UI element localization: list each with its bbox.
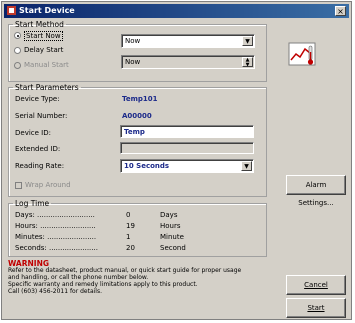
warning-line: Refer to the datasheet, product manual, …	[8, 267, 242, 274]
log-seconds-label: Seconds: ......................	[15, 244, 98, 252]
start-device-dialog: Start Device × Start Method Start Now De…	[1, 1, 352, 320]
start-parameters-legend: Start Parameters	[15, 83, 79, 92]
serial-number-value: A00000	[122, 112, 152, 120]
device-id-input[interactable]: Temp	[120, 125, 254, 138]
manual-start-radio	[14, 62, 21, 69]
cancel-button[interactable]: Cancel	[286, 275, 346, 295]
log-seconds-unit: Second	[160, 244, 186, 252]
warning-line: and handling, or call the phone number b…	[8, 274, 149, 281]
manual-start-label: Manual Start	[24, 61, 69, 69]
now-spin-value: Now	[125, 58, 141, 66]
device-type-value: Temp101	[122, 95, 158, 103]
close-button[interactable]: ×	[335, 6, 346, 16]
delay-start-radio[interactable]	[14, 47, 21, 54]
now-spin-field: Now ▲ ▼	[121, 55, 255, 69]
wrap-around-label: Wrap Around	[25, 181, 71, 189]
now-select[interactable]: Now ▼	[121, 34, 255, 48]
now-select-value: Now	[125, 37, 141, 45]
reading-rate-value: 10 Seconds	[124, 162, 170, 170]
device-id-label: Device ID:	[15, 129, 51, 137]
alarm-settings-button[interactable]: Alarm Settings...	[286, 175, 346, 207]
wrap-around-checkbox	[15, 182, 22, 189]
title-bar: Start Device ×	[4, 4, 349, 18]
device-type-label: Device Type:	[15, 95, 60, 103]
start-now-radio[interactable]	[14, 32, 21, 39]
chevron-down-icon[interactable]: ▼	[242, 36, 253, 46]
log-minutes-value: 1	[126, 233, 131, 241]
log-hours-value: 19	[126, 222, 135, 230]
log-days-unit: Days	[160, 211, 178, 219]
warning-title: WARNING	[8, 259, 50, 268]
extended-id-label: Extended ID:	[15, 145, 61, 153]
close-icon: ×	[337, 7, 344, 16]
chart-thermometer-icon	[288, 42, 316, 66]
log-hours-unit: Hours	[160, 222, 181, 230]
log-minutes-unit: Minute	[160, 233, 184, 241]
log-days-value: 0	[126, 211, 131, 219]
delay-start-label[interactable]: Delay Start	[24, 46, 63, 54]
reading-rate-select[interactable]: 10 Seconds ▼	[120, 159, 254, 173]
warning-line: Specific warranty and remedy limitations…	[8, 281, 198, 288]
log-hours-label: Hours: .........................	[15, 222, 96, 230]
start-method-legend: Start Method	[15, 20, 64, 29]
start-button[interactable]: Start	[286, 298, 346, 318]
log-seconds-value: 20	[126, 244, 135, 252]
reading-rate-label: Reading Rate:	[15, 162, 65, 170]
device-icon	[7, 6, 16, 15]
window-title: Start Device	[19, 6, 75, 15]
spin-arrows-icon: ▲ ▼	[242, 57, 253, 68]
warning-box: WARNING Refer to the datasheet, product …	[8, 260, 265, 320]
start-now-label[interactable]: Start Now	[24, 31, 63, 41]
serial-number-label: Serial Number:	[15, 112, 68, 120]
extended-id-input	[120, 142, 254, 154]
log-days-label: Days: ..........................	[15, 211, 95, 219]
chevron-down-icon[interactable]: ▼	[241, 161, 252, 171]
warning-line: Call (603) 456-2011 for details.	[8, 288, 102, 295]
log-minutes-label: Minutes: ......................	[15, 233, 97, 241]
log-time-legend: Log Time	[15, 199, 50, 208]
